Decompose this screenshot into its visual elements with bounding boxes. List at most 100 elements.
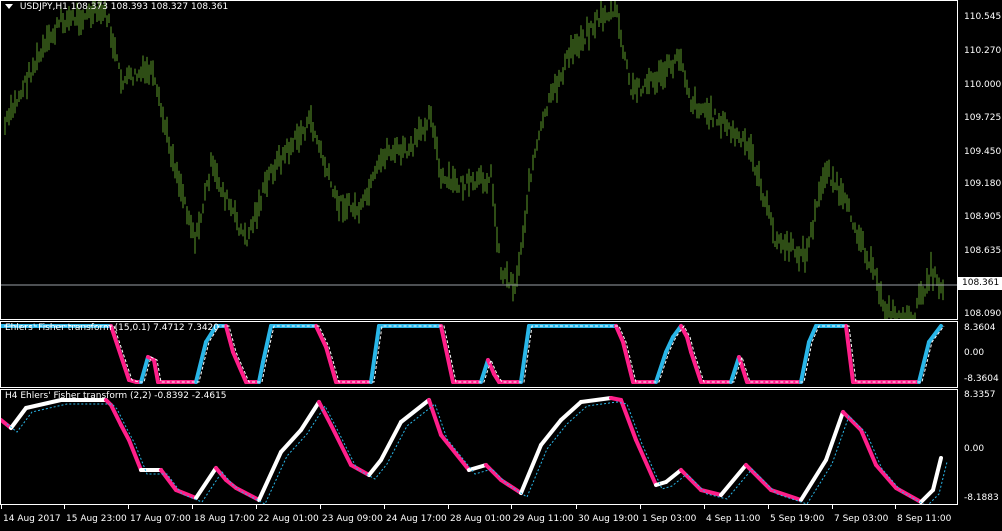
dropdown-triangle-icon[interactable] [5, 4, 13, 9]
price-axis-label: 108.090 [964, 309, 1002, 319]
time-axis-tick [128, 505, 129, 509]
price-axis: 110.545 110.270 110.000 109.725 109.450 … [958, 0, 1002, 320]
price-axis-label: 110.270 [964, 46, 1002, 56]
fisher-axis-label: 0.00 [964, 348, 985, 358]
fisher-segment [109, 324, 131, 382]
fisher-axis-label: -8.3604 [964, 374, 999, 384]
h4-fisher-segment [119, 423, 131, 442]
fisher-pane-title: Ehlers' Fisher transform (15,0.1) 7.4712… [5, 323, 220, 333]
fisher-segment [844, 324, 855, 384]
h4-fisher-segment [367, 458, 383, 477]
h4-fisher-segment [859, 428, 878, 467]
fisher-indicator-pane[interactable]: Ehlers' Fisher transform (15,0.1) 7.4712… [0, 321, 958, 388]
price-axis-label: 110.545 [964, 12, 1002, 22]
h4-fisher-segment [664, 468, 683, 484]
h4-fisher-axis-label: 0.00 [964, 444, 985, 454]
h4-fisher-segment [159, 468, 178, 492]
time-axis-tick [64, 505, 65, 509]
time-axis-label: 15 Aug 23:00 [66, 514, 127, 524]
fisher-segment [614, 324, 625, 344]
h4-fisher-segment [174, 488, 198, 500]
time-axis-label: 7 Sep 03:00 [834, 514, 889, 524]
h4-fisher-segment [519, 443, 543, 495]
current-price-tag: 108.361 [958, 277, 1002, 290]
price-axis-label: 109.450 [964, 147, 1002, 157]
time-axis-tick [384, 505, 385, 509]
h4-fisher-line [1, 396, 948, 504]
fisher-axis-label: 8.3604 [964, 323, 996, 333]
price-pane-title: USDJPY,H1 108.373 108.393 108.327 108.36… [5, 2, 228, 12]
h4-fisher-segment [931, 456, 943, 492]
h4-fisher-segment [317, 400, 333, 427]
price-axis-label: 108.635 [964, 246, 1002, 256]
h4-fisher-segment [439, 433, 471, 472]
h4-fisher-segment [299, 400, 321, 432]
fisher-segment [479, 358, 490, 384]
h4-fisher-segment [559, 400, 583, 422]
h4-fisher-segment [467, 463, 488, 472]
h4-fisher-segment [329, 423, 353, 467]
time-axis-label: 30 Aug 19:00 [578, 514, 639, 524]
h4-fisher-segment [841, 410, 863, 432]
time-axis: 14 Aug 2017 15 Aug 23:00 17 Aug 07:00 18 Au… [0, 505, 1002, 531]
h4-fisher-segment [279, 428, 303, 454]
price-candles [1, 1, 957, 319]
h4-fisher-segment [379, 420, 403, 462]
h4-fisher-segment [769, 488, 803, 502]
time-axis-tick [768, 505, 769, 509]
time-axis-label: 17 Aug 07:00 [130, 514, 191, 524]
h4-fisher-segment [744, 463, 773, 492]
time-axis-label: 18 Aug 17:00 [194, 514, 255, 524]
fisher-segment [927, 324, 943, 344]
ohlc-values: 108.373 108.393 108.327 108.361 [70, 2, 229, 12]
time-axis-label: 1 Sep 03:00 [642, 514, 697, 524]
fisher-axis: 8.3604 0.00 -8.3604 [958, 321, 1002, 388]
h4-fisher-segment [579, 396, 613, 404]
time-axis-label: 14 Aug 2017 [3, 514, 61, 524]
symbol-title: USDJPY,H1 [19, 2, 68, 12]
h4-fisher-segment [484, 463, 503, 482]
fisher-segment [439, 324, 455, 384]
h4-fisher-segment [919, 488, 935, 504]
h4-fisher-segment [874, 463, 898, 490]
h4-fisher-axis: 8.3357 0.00 -8.1883 [958, 389, 1002, 505]
fisher-segment [231, 350, 248, 384]
time-axis-tick [511, 505, 512, 509]
time-axis-tick [192, 505, 193, 509]
h4-fisher-segment [824, 410, 845, 462]
h4-fisher-segment [634, 438, 658, 487]
h4-fisher-segment [679, 468, 703, 492]
h4-fisher-segment [194, 466, 218, 500]
fisher-segment [139, 355, 150, 384]
time-axis-label: 29 Aug 11:00 [513, 514, 574, 524]
time-axis-tick [832, 505, 833, 509]
h4-fisher-axis-label: 8.3357 [964, 390, 996, 400]
time-axis-label: 28 Aug 01:00 [450, 514, 511, 524]
h4-fisher-segment [399, 398, 431, 424]
time-axis-tick [576, 505, 577, 509]
price-axis-label: 108.905 [964, 212, 1002, 222]
time-axis-label: 23 Aug 09:00 [322, 514, 383, 524]
fisher-segment [799, 340, 811, 384]
time-axis-label: 24 Aug 17:00 [386, 514, 447, 524]
time-axis-tick [448, 505, 449, 509]
time-axis-label: 4 Sep 11:00 [706, 514, 761, 524]
h4-fisher-segment [24, 398, 63, 410]
time-axis-label: 22 Aug 01:00 [258, 514, 319, 524]
h4-fisher-indicator-pane[interactable]: H4 Ehlers' Fisher transform (2,2) -0.839… [0, 389, 958, 505]
time-axis-label: 5 Sep 19:00 [770, 514, 825, 524]
price-chart-pane[interactable]: USDJPY,H1 108.373 108.393 108.327 108.36… [0, 0, 958, 320]
fisher-segment [224, 324, 235, 354]
time-axis-tick [704, 505, 705, 509]
price-axis-label: 109.180 [964, 179, 1002, 189]
time-axis-tick [895, 505, 896, 509]
h4-fisher-segment [619, 398, 638, 442]
fisher-segment [519, 324, 531, 384]
time-axis-tick [640, 505, 641, 509]
fisher-segment [807, 324, 818, 344]
price-axis-label: 110.000 [964, 80, 1002, 90]
h4-fisher-segment [349, 463, 371, 477]
time-axis-tick [256, 505, 257, 509]
time-axis-label: 8 Sep 11:00 [897, 514, 952, 524]
h4-fisher-segment [539, 418, 563, 447]
